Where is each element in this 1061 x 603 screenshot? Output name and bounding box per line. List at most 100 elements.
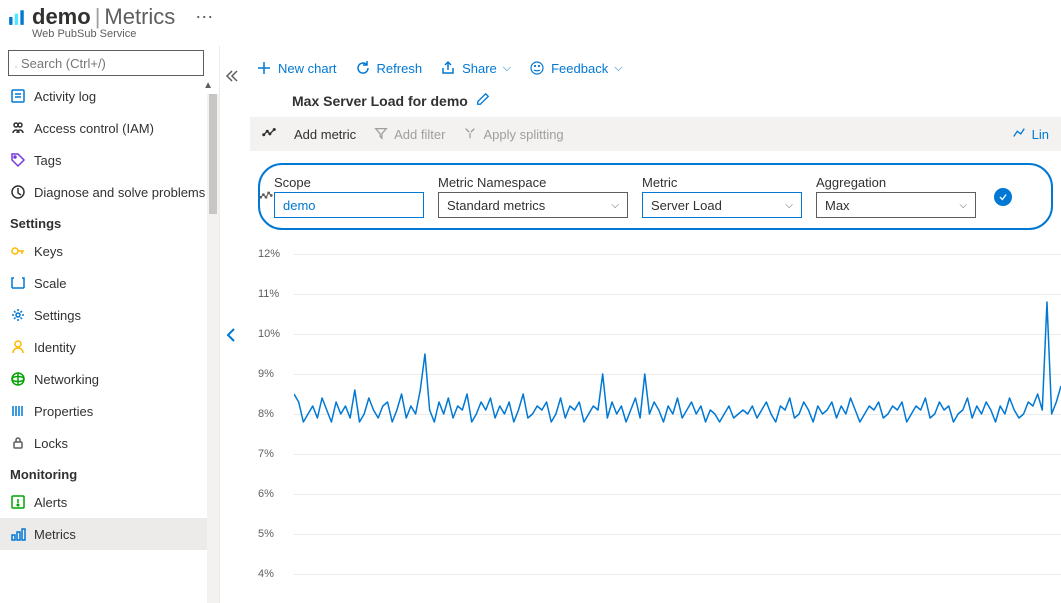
aggregation-select[interactable]: Max⌵ [816,192,976,218]
drag-handle-icon[interactable] [259,188,273,205]
sidebar-item-settings[interactable]: Settings [0,299,219,331]
sidebar-item-label: Diagnose and solve problems [34,185,205,200]
sidebar-group-settings: Settings [0,208,219,235]
sidebar-item-label: Settings [34,308,81,323]
chevron-down-icon: ⌵ [959,200,967,211]
alert-icon [10,494,26,510]
y-tick-label: 7% [258,448,274,460]
sidebar-item-label: Scale [34,276,67,291]
sidebar-item-activity-log[interactable]: Activity log [0,80,219,112]
confirm-icon[interactable] [994,188,1012,206]
plus-icon [256,60,272,76]
add-filter-button: Add filter [374,126,445,143]
y-tick-label: 12% [258,248,280,260]
sidebar-item-label: Properties [34,404,93,419]
sidebar-item-label: Metrics [34,527,76,542]
sidebar-item-label: Tags [34,153,61,168]
iam-icon [10,120,26,136]
chart-type-button[interactable]: Lin [1012,126,1049,143]
resource-type: Web PubSub Service [0,28,1061,40]
sidebar-group-monitoring: Monitoring [0,459,219,486]
new-chart-button[interactable]: New chart [256,60,337,76]
sidebar-item-label: Activity log [34,89,96,104]
metric-select[interactable]: Server Load⌵ [642,192,802,218]
net-icon [10,371,26,387]
page-toolbar: New chart Refresh Share ⌵ Feedback ⌵ [250,50,1061,86]
add-metric-button[interactable]: Add metric [294,127,356,142]
identity-icon [10,339,26,355]
sidebar-item-identity[interactable]: Identity [0,331,219,363]
refresh-button[interactable]: Refresh [355,60,423,76]
metric-label: Metric [642,175,802,190]
sidebar-item-label: Keys [34,244,63,259]
gear-icon [10,307,26,323]
more-menu-icon[interactable]: ⋯ [195,7,213,28]
sidebar-item-scale[interactable]: Scale [0,267,219,299]
metric-config-pill: Scope demo Metric Namespace Standard met… [258,163,1053,230]
sidebar-item-alerts[interactable]: Alerts [0,486,219,518]
y-tick-label: 11% [258,288,279,300]
sidebar-item-locks[interactable]: Locks [0,427,219,459]
chevron-down-icon: ⌵ [503,62,511,75]
scope-label: Scope [274,175,424,190]
feedback-button[interactable]: Feedback ⌵ [529,60,622,76]
chart-toolbar: Add metric Add filter Apply splitting Li… [250,117,1061,151]
gridline [294,574,1061,575]
sidebar-item-label: Networking [34,372,99,387]
chevron-down-icon: ⌵ [614,62,622,75]
diag-icon [10,184,26,200]
sidebar-item-label: Locks [34,436,68,451]
main-content: New chart Refresh Share ⌵ Feedback ⌵ [220,46,1061,603]
props-icon [10,403,26,419]
y-tick-label: 10% [258,328,280,340]
refresh-icon [355,60,371,76]
sidebar-item-networking[interactable]: Networking [0,363,219,395]
search-input[interactable] [21,56,197,71]
sidebar-item-metrics[interactable]: Metrics [0,518,219,550]
sidebar-item-label: Identity [34,340,76,355]
split-icon [463,126,477,143]
y-tick-label: 4% [258,568,274,580]
y-tick-label: 8% [258,408,274,420]
namespace-label: Metric Namespace [438,175,628,190]
lock-icon [10,435,26,451]
metrics-icon [10,526,26,542]
smiley-icon [529,60,545,76]
page-title: Metrics [104,4,175,30]
search-input-wrap[interactable] [8,50,204,76]
scrollbar-thumb[interactable] [209,94,217,214]
scope-input[interactable]: demo [274,192,424,218]
chart-title: Max Server Load for demo [292,93,468,109]
namespace-select[interactable]: Standard metrics⌵ [438,192,628,218]
sidebar-item-keys[interactable]: Keys [0,235,219,267]
filter-icon [374,126,388,143]
aggregation-label: Aggregation [816,175,976,190]
panel-collapse-icon[interactable] [224,325,238,350]
share-icon [440,60,456,76]
chart-area: 12%11%10%9%8%7%6%5%4% [250,254,1061,574]
edit-icon[interactable] [476,92,490,109]
search-icon [15,56,17,70]
chart-svg [294,254,1061,574]
y-tick-label: 6% [258,488,274,500]
sidebar-item-properties[interactable]: Properties [0,395,219,427]
chevron-down-icon: ⌵ [785,200,793,211]
apply-splitting-button: Apply splitting [463,126,563,143]
resource-icon [8,8,26,26]
y-tick-label: 9% [258,368,274,380]
log-icon [10,88,26,104]
sidebar: ▲ Activity logAccess control (IAM)TagsDi… [0,46,220,603]
share-button[interactable]: Share ⌵ [440,60,511,76]
scale-icon [10,275,26,291]
page-header: demo | Metrics ⋯ [0,0,1061,30]
sidebar-item-access-control[interactable]: Access control (IAM) [0,112,219,144]
y-tick-label: 5% [258,528,274,540]
sidebar-item-label: Access control (IAM) [34,121,154,136]
sidebar-item-diagnose[interactable]: Diagnose and solve problems [0,176,219,208]
sidebar-item-label: Alerts [34,495,67,510]
resource-name: demo [32,4,91,30]
sidebar-item-tags[interactable]: Tags [0,144,219,176]
tag-icon [10,152,26,168]
metric-handle-icon [262,126,276,143]
key-icon [10,243,26,259]
